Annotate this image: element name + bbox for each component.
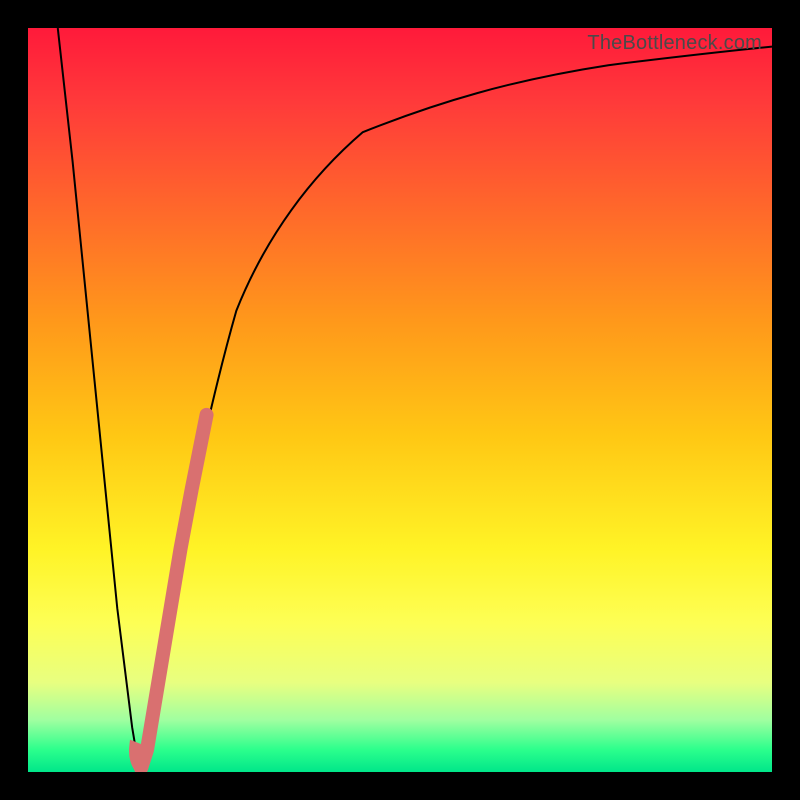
highlight-segment <box>141 415 206 768</box>
chart-frame: TheBottleneck.com <box>0 0 800 800</box>
curve-layer <box>28 28 772 772</box>
plot-area: TheBottleneck.com <box>28 28 772 772</box>
highlight-hook <box>135 748 141 768</box>
watermark-text: TheBottleneck.com <box>587 32 762 55</box>
